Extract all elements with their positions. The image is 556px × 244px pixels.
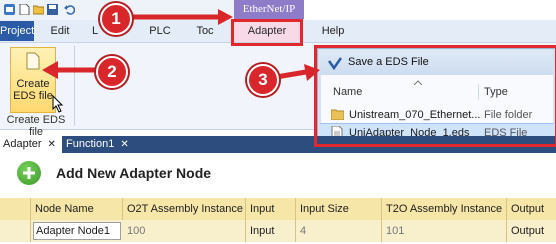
ethernetip-context-tab[interactable]: EtherNet/IP [234, 0, 304, 19]
create-eds-button-label: Create EDS file [8, 78, 58, 102]
mouse-cursor-icon [52, 95, 64, 113]
callout-badge-1: 1 [100, 3, 132, 35]
undo-icon[interactable] [64, 4, 75, 15]
header-t2o[interactable]: T2O Assembly Instance [382, 198, 507, 220]
save-icon[interactable] [47, 4, 58, 15]
tab-function1[interactable]: Function1 ✕ [62, 136, 132, 153]
tab-adapter[interactable]: Adapter ✕ [0, 136, 62, 153]
cell-input-size[interactable]: 4 [296, 220, 382, 242]
cell-o2t[interactable]: 100 [123, 220, 246, 242]
app-icon [4, 4, 15, 15]
header-o2t[interactable]: O2T Assembly Instance [123, 198, 246, 220]
header-input-size[interactable]: Input Size (Bytes) [296, 198, 382, 237]
callout-badge-3: 3 [247, 64, 279, 96]
header-input[interactable]: Input [246, 198, 296, 220]
cell-t2o[interactable]: 101 [382, 220, 507, 242]
ribbon-group-label: Create EDS file [6, 114, 66, 138]
add-adapter-node-title[interactable]: Add New Adapter Node [56, 165, 211, 181]
adapter-highlight-box [231, 19, 303, 46]
row-header-cell [0, 198, 31, 220]
plus-icon [23, 167, 35, 179]
open-folder-icon[interactable] [33, 4, 44, 15]
close-icon[interactable]: ✕ [48, 139, 56, 150]
new-file-icon[interactable] [19, 4, 30, 15]
eds-file-icon [26, 52, 40, 70]
menu-project[interactable]: Project [0, 21, 34, 41]
dialog-highlight-box [314, 45, 556, 147]
cell-output[interactable]: Output [507, 220, 556, 242]
tab-function1-label: Function1 [66, 138, 115, 150]
create-label-line2: EDS file [13, 90, 53, 102]
ribbon-separator [74, 46, 75, 126]
callout-badge-2: 2 [96, 56, 128, 88]
header-output[interactable]: Output [507, 198, 556, 220]
close-icon[interactable]: ✕ [120, 139, 128, 150]
cell-input[interactable]: Input [246, 220, 296, 242]
menu-edit[interactable]: Edit [45, 20, 75, 42]
node-name-field[interactable]: Adapter Node1 [33, 222, 121, 240]
callout-arrow-1-icon [128, 9, 233, 25]
row-selector-cell[interactable] [0, 220, 31, 242]
menu-help[interactable]: Help [313, 20, 353, 42]
header-node-name[interactable]: Node Name [31, 198, 123, 220]
tab-adapter-label: Adapter [3, 138, 42, 150]
callout-arrow-2-icon [42, 61, 104, 79]
